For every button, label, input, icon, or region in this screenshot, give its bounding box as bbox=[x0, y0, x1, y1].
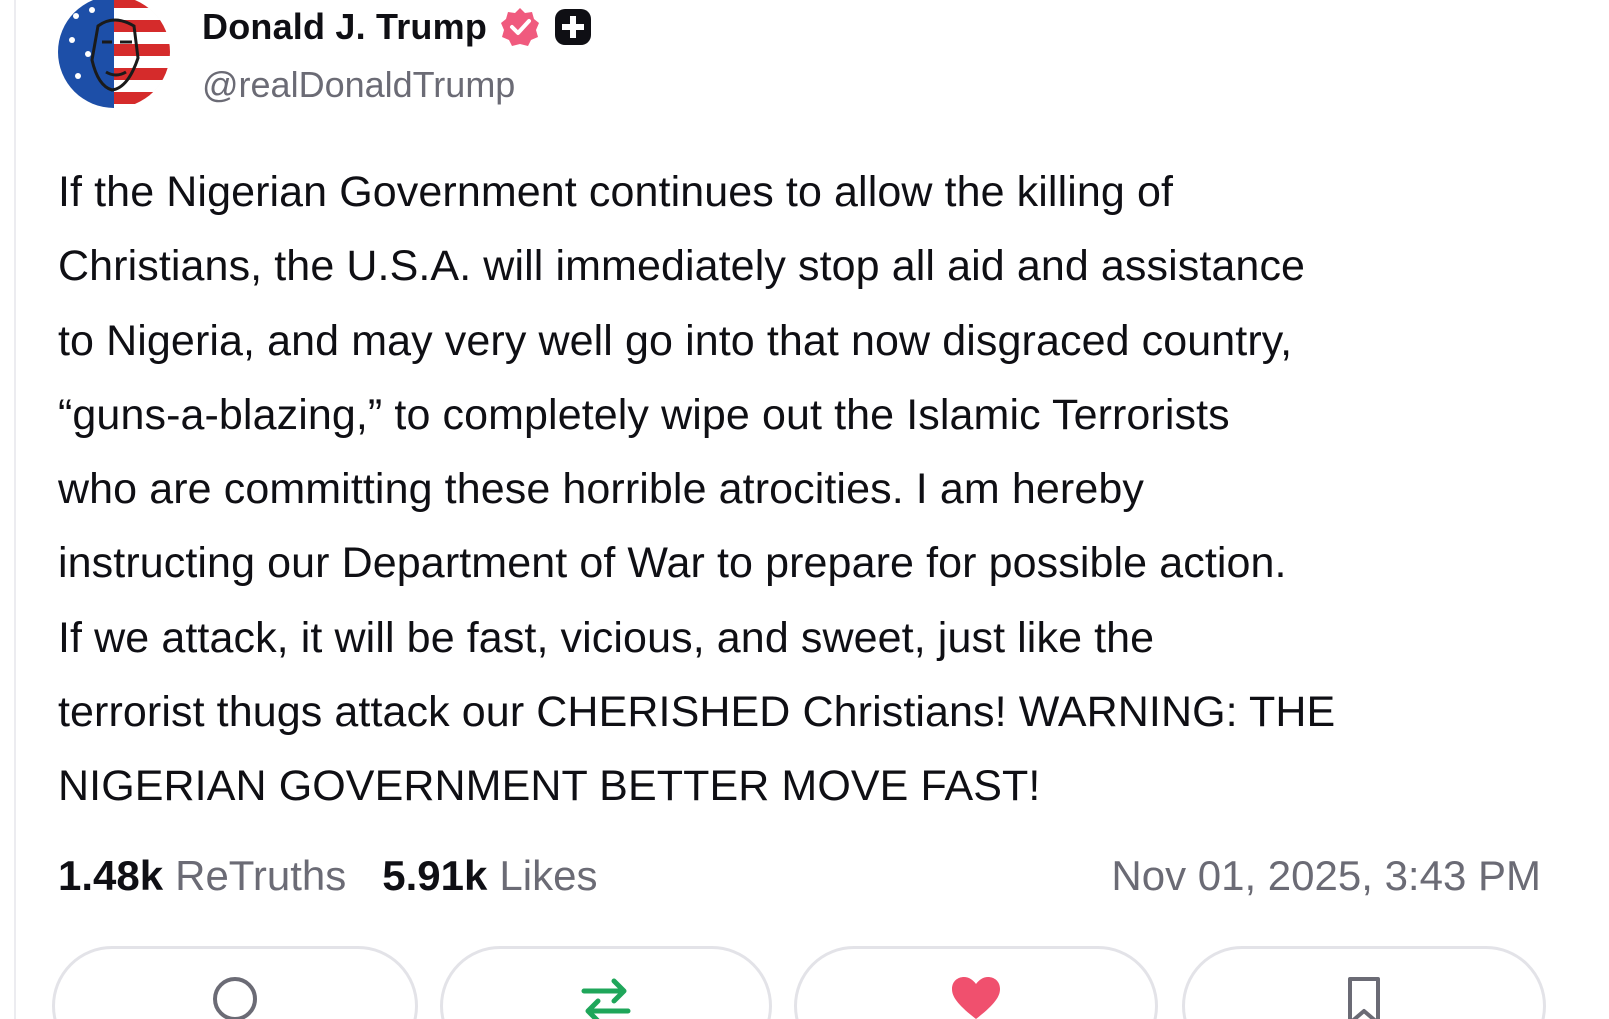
author-handle[interactable]: @realDonaldTrump bbox=[202, 64, 515, 106]
bookmark-button[interactable] bbox=[1182, 946, 1546, 1019]
post-text-line: If the Nigerian Government continues to … bbox=[58, 168, 1174, 216]
retruths-label[interactable]: ReTruths bbox=[175, 852, 346, 900]
bookmark-icon bbox=[1336, 971, 1392, 1019]
author-display-name[interactable]: Donald J. Trump bbox=[202, 6, 487, 48]
post-text-line: NIGERIAN GOVERNMENT BETTER MOVE FAST! bbox=[58, 762, 1041, 811]
avatar[interactable] bbox=[58, 0, 170, 108]
like-button[interactable] bbox=[794, 946, 1158, 1019]
post-text-line: terrorist thugs attack our CHERISHED Chr… bbox=[58, 688, 1336, 737]
avatar-flag-face-icon bbox=[58, 0, 170, 108]
reply-button[interactable] bbox=[52, 946, 418, 1019]
post-text: If the Nigerian Government continues to … bbox=[58, 155, 1558, 824]
post-text-line: “guns-a-blazing,” to completely wipe out… bbox=[58, 390, 1230, 439]
post-stats: 1.48k ReTruths 5.91k Likes bbox=[58, 846, 597, 906]
retruths-count[interactable]: 1.48k bbox=[58, 852, 163, 900]
column-divider bbox=[14, 0, 16, 1019]
post-detail-view: Donald J. Trump @realDonaldTrump If the … bbox=[0, 0, 1609, 1019]
post-text-line: instructing our Department of War to pre… bbox=[58, 539, 1287, 588]
post-text-line: who are committing these horrible atroci… bbox=[58, 465, 1144, 514]
retruth-button[interactable] bbox=[440, 946, 772, 1019]
post-text-line: to Nigeria, and may very well go into th… bbox=[58, 316, 1293, 365]
reply-icon bbox=[207, 971, 263, 1019]
retruth-icon bbox=[578, 971, 634, 1019]
likes-label[interactable]: Likes bbox=[499, 852, 597, 900]
likes-count[interactable]: 5.91k bbox=[382, 852, 487, 900]
post-timestamp: Nov 01, 2025, 3:43 PM bbox=[1111, 852, 1541, 899]
verified-badge-icon bbox=[499, 6, 541, 48]
post-text-line: If we attack, it will be fast, vicious, … bbox=[58, 613, 1155, 662]
post-text-line: Christians, the U.S.A. will immediately … bbox=[58, 242, 1306, 291]
plus-badge-icon bbox=[553, 7, 593, 47]
heart-icon bbox=[948, 971, 1004, 1019]
author-name-row: Donald J. Trump bbox=[202, 4, 593, 50]
